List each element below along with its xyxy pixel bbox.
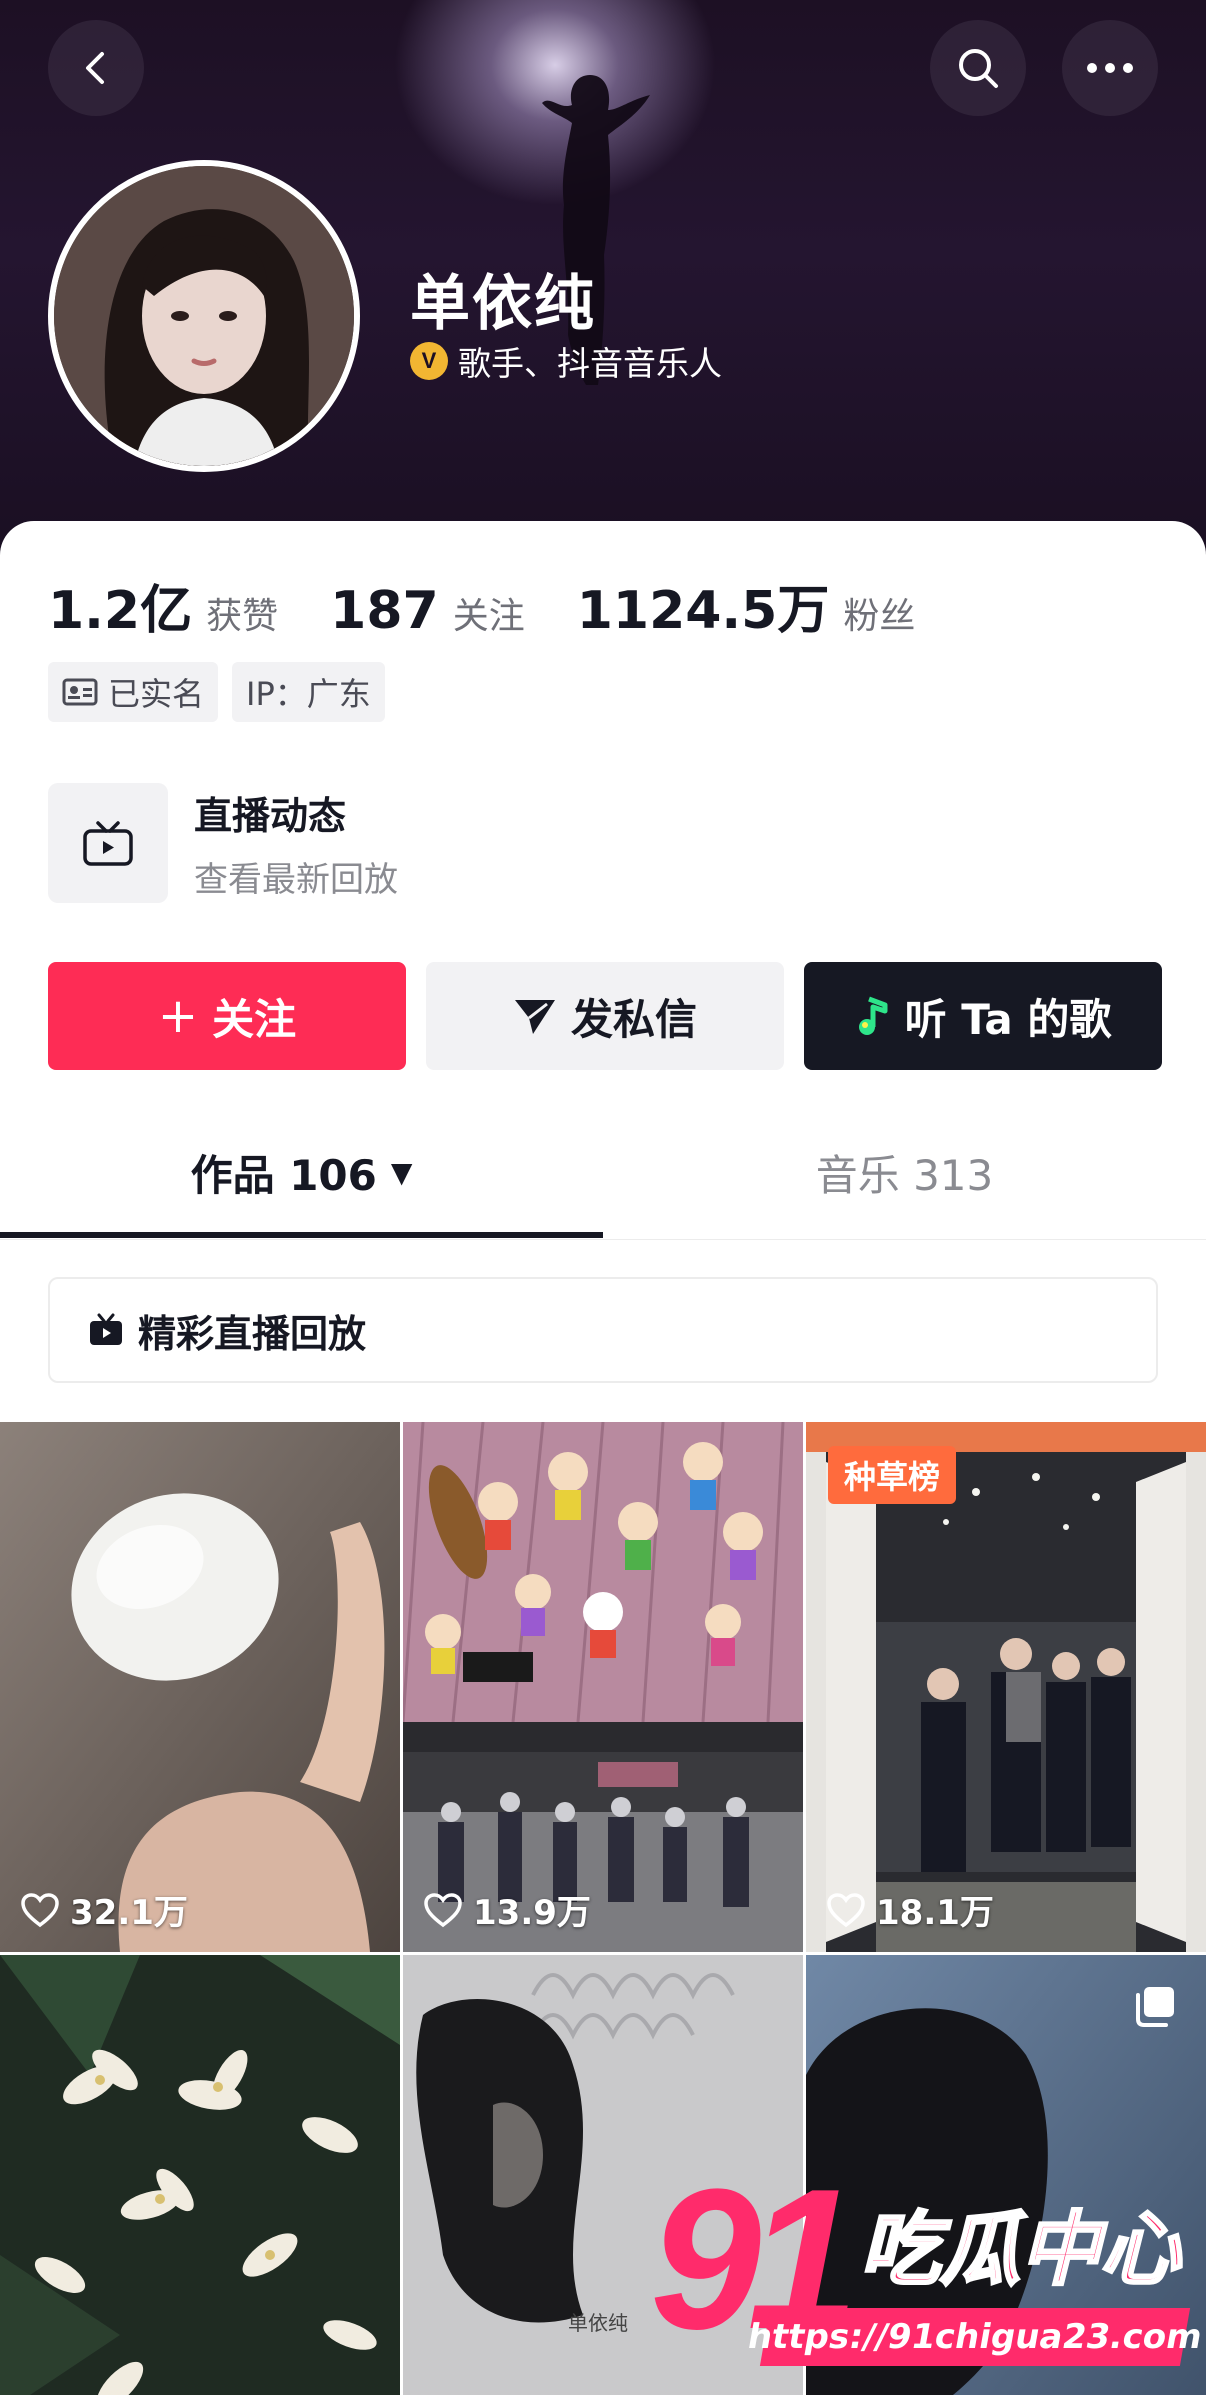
verification-text: 歌手、抖音音乐人 — [458, 344, 722, 383]
listen-label: 听 Ta 的歌 — [904, 994, 1112, 1044]
watermark-url: https://91chigua23.com — [745, 2308, 1205, 2366]
ip-tag: IP：广东 — [232, 662, 385, 722]
tab-music-label: 音乐 313 — [815, 1151, 994, 1200]
stat-value: 1.2亿 — [48, 581, 193, 641]
video-thumbnail[interactable]: 32.1万 — [0, 1422, 400, 1952]
album-art-text: 单依纯 — [568, 2311, 628, 2335]
more-dots-icon — [1087, 63, 1133, 73]
stats-row: 1.2亿 获赞 187 关注 1124.5万 粉丝 — [48, 568, 967, 643]
profile-banner: 单依纯 V 歌手、抖音音乐人 — [0, 0, 1206, 560]
message-button[interactable]: 发私信 — [426, 962, 784, 1070]
profile-tags: 已实名 IP：广东 — [48, 662, 385, 722]
likes-count: 18.1万 — [826, 1885, 994, 1934]
likes-value: 13.9万 — [473, 1893, 591, 1933]
plus-icon: + — [157, 988, 199, 1044]
dropdown-arrow-icon: ▼ — [390, 1156, 413, 1189]
search-button[interactable] — [930, 20, 1026, 116]
tab-works-label: 作品 106 — [190, 1151, 377, 1200]
content-tabs: 作品 106 ▼ 音乐 313 — [0, 1105, 1206, 1240]
trending-badge: 种草榜 — [828, 1446, 957, 1504]
verification-row: V 歌手、抖音音乐人 — [410, 337, 722, 385]
live-replay-bar[interactable]: 精彩直播回放 — [48, 1277, 1158, 1383]
thumbnail-image — [403, 1422, 803, 1952]
likes-count: 32.1万 — [20, 1885, 188, 1934]
realname-text: 已实名 — [108, 675, 205, 713]
stat-following[interactable]: 187 关注 — [330, 581, 525, 641]
likes-count: 13.9万 — [423, 1885, 591, 1934]
heart-icon — [21, 1892, 59, 1927]
id-card-icon — [62, 678, 98, 706]
follow-button[interactable]: + 关注 — [48, 962, 406, 1070]
more-button[interactable] — [1062, 20, 1158, 116]
send-icon — [514, 1000, 555, 1034]
stat-likes: 1.2亿 获赞 — [48, 568, 278, 643]
site-watermark: 91 吃瓜中心 https://91chigua23.com — [650, 2160, 1205, 2390]
avatar-portrait — [54, 166, 354, 466]
follow-label: 关注 — [212, 994, 297, 1044]
watermark-title: 吃瓜中心 — [859, 2203, 1182, 2296]
stat-followers[interactable]: 1124.5万 粉丝 — [577, 568, 916, 643]
live-title: 直播动态 — [194, 794, 347, 838]
profile-name: 单依纯 — [410, 269, 596, 339]
tab-music[interactable]: 音乐 313 — [603, 1105, 1206, 1240]
action-buttons: + 关注 发私信 听 Ta 的歌 — [48, 962, 1162, 1070]
multi-image-icon — [1136, 1987, 1174, 2027]
message-label: 发私信 — [570, 994, 697, 1044]
stat-label: 粉丝 — [843, 596, 916, 637]
likes-value: 18.1万 — [876, 1893, 994, 1933]
active-tab-indicator — [0, 1232, 603, 1238]
heart-icon — [424, 1892, 462, 1927]
video-thumbnail[interactable] — [0, 1955, 400, 2395]
stat-value: 187 — [330, 581, 439, 641]
stat-label: 获赞 — [206, 596, 279, 637]
live-subtitle: 查看最新回放 — [194, 860, 398, 900]
live-texts: 直播动态 查看最新回放 — [194, 785, 398, 901]
live-updates-entry[interactable]: 直播动态 查看最新回放 — [48, 783, 398, 903]
live-icon-box — [48, 783, 168, 903]
avatar[interactable] — [48, 160, 360, 472]
video-thumbnail[interactable]: 种草榜 18.1万 — [806, 1422, 1206, 1952]
tv-icon — [83, 821, 133, 866]
realname-tag: 已实名 — [48, 662, 219, 722]
music-note-icon — [858, 996, 888, 1035]
verified-icon: V — [410, 342, 448, 380]
thumbnail-image — [0, 1422, 400, 1952]
thumbnail-image — [0, 1955, 400, 2395]
video-thumbnail[interactable]: 13.9万 — [403, 1422, 803, 1952]
listen-songs-button[interactable]: 听 Ta 的歌 — [804, 962, 1162, 1070]
ip-text: IP：广东 — [246, 675, 371, 713]
tab-works[interactable]: 作品 106 ▼ — [0, 1105, 603, 1240]
chevron-left-icon — [86, 52, 104, 84]
back-button[interactable] — [48, 20, 144, 116]
stat-label: 关注 — [452, 596, 525, 637]
tv-icon — [90, 1313, 122, 1345]
search-icon — [959, 49, 998, 88]
stat-value: 1124.5万 — [576, 581, 830, 641]
likes-value: 32.1万 — [70, 1893, 188, 1933]
heart-icon — [827, 1892, 865, 1927]
replay-label: 精彩直播回放 — [138, 1311, 367, 1356]
